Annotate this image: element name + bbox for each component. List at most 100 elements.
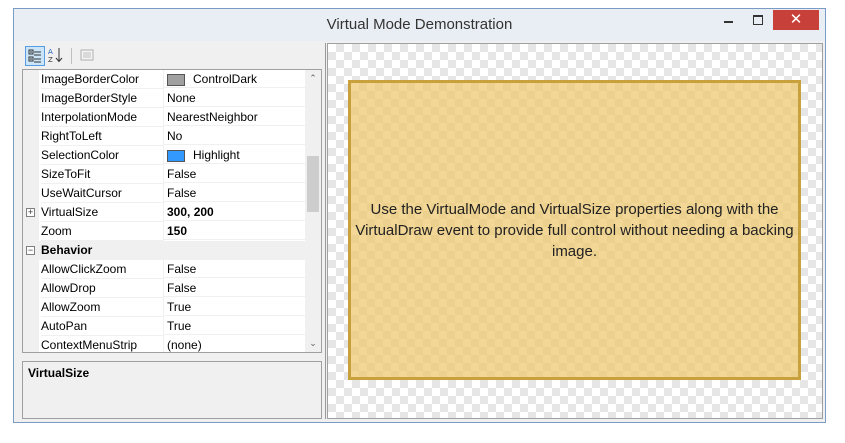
property-row[interactable]: ContextMenuStrip (none) xyxy=(23,336,306,352)
alphabetical-button[interactable]: A Z xyxy=(46,46,66,66)
minimize-button[interactable] xyxy=(715,10,741,30)
property-name: ImageBorderStyle xyxy=(41,89,164,108)
row-gutter xyxy=(23,336,39,352)
property-value-text: True xyxy=(167,300,192,314)
expand-icon[interactable]: + xyxy=(26,208,35,217)
property-value-text: 300, 200 xyxy=(167,205,214,219)
minimize-icon xyxy=(723,21,733,23)
property-grid-scrollbar[interactable]: ⌃ ⌄ xyxy=(305,70,321,352)
property-value-text: Highlight xyxy=(193,148,240,162)
categorized-icon xyxy=(28,49,41,63)
property-row[interactable]: UseWaitCursor False xyxy=(23,184,306,203)
row-gutter xyxy=(23,89,39,108)
virtual-mode-message: Use the VirtualMode and VirtualSize prop… xyxy=(355,200,794,260)
property-value[interactable]: True xyxy=(164,317,306,335)
property-row[interactable]: SizeToFit False xyxy=(23,165,306,184)
property-row[interactable]: ImageBorderStyle None xyxy=(23,89,306,108)
scroll-thumb[interactable] xyxy=(307,156,319,212)
property-name: Zoom xyxy=(41,222,164,241)
category-label: Behavior xyxy=(41,243,93,257)
property-grid-toolbar: A Z xyxy=(22,43,322,69)
property-name: VirtualSize xyxy=(41,203,164,222)
property-name: AllowClickZoom xyxy=(41,260,164,279)
property-row[interactable]: AllowZoom True xyxy=(23,298,306,317)
image-box-canvas[interactable]: Use the VirtualMode and VirtualSize prop… xyxy=(327,43,823,419)
maximize-button[interactable] xyxy=(745,10,771,30)
svg-text:A: A xyxy=(48,48,53,56)
row-gutter xyxy=(23,260,39,279)
scroll-up-icon[interactable]: ⌃ xyxy=(305,70,321,87)
categorized-button[interactable] xyxy=(25,46,45,66)
property-category-row[interactable]: − Behavior xyxy=(23,241,306,260)
property-name: ContextMenuStrip xyxy=(41,336,164,352)
row-gutter xyxy=(23,70,39,89)
property-name: SelectionColor xyxy=(41,146,164,165)
maximize-icon xyxy=(753,15,763,25)
property-value-text: (none) xyxy=(167,338,202,352)
property-grid-panel: A Z ImageBorderColor ControlDark ImageBord… xyxy=(22,43,322,419)
property-row[interactable]: Zoom 150 xyxy=(23,222,306,241)
property-name: InterpolationMode xyxy=(41,108,164,127)
property-row[interactable]: ImageBorderColor ControlDark xyxy=(23,70,306,89)
property-name: UseWaitCursor xyxy=(41,184,164,203)
row-gutter xyxy=(23,127,39,146)
property-value[interactable]: Highlight xyxy=(164,146,306,164)
property-name: AllowDrop xyxy=(41,279,164,298)
property-row[interactable]: AutoPan True xyxy=(23,317,306,336)
property-value-text: False xyxy=(167,281,197,295)
property-pages-button xyxy=(78,46,98,66)
row-gutter xyxy=(23,317,39,336)
property-value-text: 150 xyxy=(167,224,188,238)
property-row[interactable]: SelectionColor Highlight xyxy=(23,146,306,165)
row-gutter xyxy=(23,279,39,298)
row-gutter xyxy=(23,298,39,317)
property-value[interactable]: False xyxy=(164,165,306,183)
virtual-image-area[interactable]: Use the VirtualMode and VirtualSize prop… xyxy=(348,80,801,380)
row-gutter: − xyxy=(23,241,39,260)
row-gutter xyxy=(23,108,39,127)
close-button[interactable]: ✕ xyxy=(773,10,819,30)
help-title: VirtualSize xyxy=(28,366,90,380)
property-value-text: NearestNeighbor xyxy=(167,110,258,124)
property-value[interactable]: False xyxy=(164,279,306,297)
toolbar-separator xyxy=(71,48,72,64)
property-row[interactable]: AllowClickZoom False xyxy=(23,260,306,279)
property-row[interactable]: RightToLeft No xyxy=(23,127,306,146)
title-bar[interactable]: Virtual Mode Demonstration ✕ xyxy=(14,9,825,41)
property-pages-icon xyxy=(80,49,94,61)
property-value[interactable]: ControlDark xyxy=(164,70,306,88)
property-value[interactable]: True xyxy=(164,298,306,316)
property-value-text: ControlDark xyxy=(193,72,258,86)
property-value[interactable]: No xyxy=(164,127,306,145)
collapse-icon[interactable]: − xyxy=(26,246,35,255)
property-value[interactable]: 300, 200 xyxy=(164,203,306,221)
main-window: Virtual Mode Demonstration ✕ A Z ImageBo… xyxy=(13,8,826,423)
row-gutter xyxy=(23,184,39,203)
property-value[interactable]: None xyxy=(164,89,306,107)
property-name: ImageBorderColor xyxy=(41,70,164,89)
property-name: RightToLeft xyxy=(41,127,164,146)
row-gutter xyxy=(23,222,39,241)
color-swatch-icon xyxy=(167,149,185,162)
property-name: AllowZoom xyxy=(41,298,164,317)
property-value[interactable]: False xyxy=(164,184,306,202)
window-title: Virtual Mode Demonstration xyxy=(326,16,513,33)
property-value-text: True xyxy=(167,319,192,333)
property-help-pane: VirtualSize xyxy=(22,361,322,419)
property-row[interactable]: InterpolationMode NearestNeighbor xyxy=(23,108,306,127)
scroll-down-icon[interactable]: ⌄ xyxy=(305,335,321,352)
row-gutter xyxy=(23,165,39,184)
property-value[interactable]: 150 xyxy=(164,222,306,240)
property-value[interactable]: NearestNeighbor xyxy=(164,108,306,126)
property-value[interactable]: False xyxy=(164,260,306,278)
property-value-text: None xyxy=(167,91,196,105)
property-value[interactable]: (none) xyxy=(164,336,306,352)
property-value-text: False xyxy=(167,167,197,181)
panel-splitter[interactable] xyxy=(325,43,326,419)
row-gutter xyxy=(23,146,39,165)
row-gutter: + xyxy=(23,203,39,222)
property-row[interactable]: + VirtualSize 300, 200 xyxy=(23,203,306,222)
property-row[interactable]: AllowDrop False xyxy=(23,279,306,298)
property-value-text: False xyxy=(167,262,197,276)
alphabetical-icon: A Z xyxy=(48,48,63,64)
